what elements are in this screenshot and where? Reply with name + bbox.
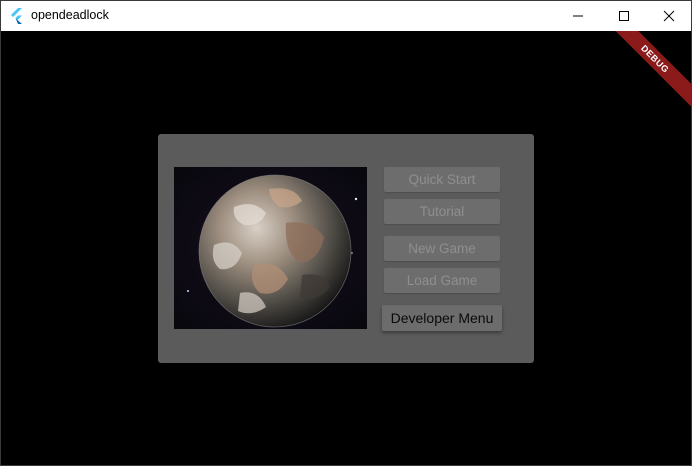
planet-image: [174, 167, 367, 329]
load-game-button[interactable]: Load Game: [384, 268, 500, 293]
debug-banner: DEBUG: [604, 31, 691, 110]
quick-start-button[interactable]: Quick Start: [384, 167, 500, 192]
developer-menu-button[interactable]: Developer Menu: [382, 305, 502, 331]
tutorial-button[interactable]: Tutorial: [384, 199, 500, 224]
title-bar[interactable]: opendeadlock: [1, 1, 691, 31]
new-game-button[interactable]: New Game: [384, 236, 500, 261]
flutter-logo-icon: [11, 8, 22, 24]
app-window: opendeadlock DEBUG Quick Start Tutorial …: [0, 0, 692, 466]
main-menu-panel: Quick Start Tutorial New Game Load Game …: [158, 134, 534, 363]
maximize-button[interactable]: [601, 1, 647, 31]
minimize-icon: [573, 15, 583, 17]
minimize-button[interactable]: [555, 1, 601, 31]
app-content: DEBUG Quick Start Tutorial New Game Load…: [1, 31, 691, 465]
close-button[interactable]: [646, 1, 691, 31]
maximize-icon: [619, 11, 629, 21]
window-title: opendeadlock: [31, 8, 109, 22]
close-icon: [663, 10, 675, 22]
